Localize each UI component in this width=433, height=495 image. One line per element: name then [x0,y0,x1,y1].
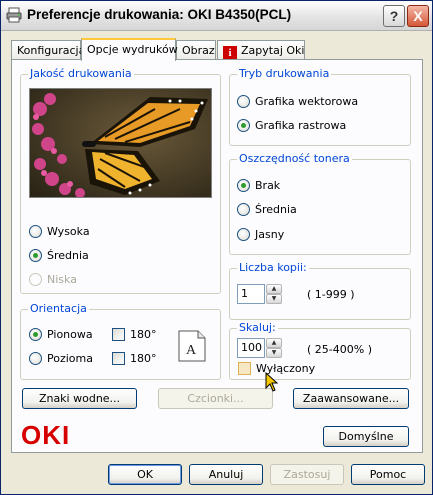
scale-spinner[interactable]: ▲ ▼ [266,338,282,358]
tab-label: Opcje wydruków [87,43,178,56]
quality-high-radio[interactable]: Wysoka [29,223,90,239]
window-title: Preferencje drukowania: OKI B4350(PCL) [27,7,292,22]
scale-range-label: ( 25-400% ) [307,343,372,356]
radio-indicator [29,224,42,238]
radio-label: Pozioma [47,351,93,365]
cancel-button[interactable]: Anuluj [189,464,263,485]
group-title: Skaluj: [237,321,278,334]
watermarks-button[interactable]: Znaki wodne... [22,388,137,409]
toner-medium-radio[interactable]: Średnia [237,201,297,217]
tab-image[interactable]: Obraz [176,40,216,60]
spin-up-icon[interactable]: ▲ [266,338,282,348]
radio-label: Niska [47,272,77,286]
fonts-button: Czcionki... [158,388,273,409]
portrait-page-icon: A [178,330,206,362]
radio-indicator [237,227,250,241]
quality-medium-radio[interactable]: Średnia [29,247,89,263]
tab-label: Konfiguracja [17,44,86,57]
radio-label: Grafika wektorowa [255,94,359,108]
butterfly-preview-image [29,88,212,198]
rotate-180-landscape-checkbox[interactable]: 180° [112,350,157,366]
tab-ask-oki[interactable]: i Zapytaj Oki [217,40,305,60]
radio-indicator [237,202,250,216]
group-title: Orientacja [28,302,89,315]
checkbox-label: 180° [130,351,157,365]
raster-graphics-radio[interactable]: Grafika rastrowa [237,117,346,133]
checkbox-indicator [112,351,125,365]
quality-low-radio: Niska [29,271,77,287]
radio-indicator [29,327,42,341]
spin-up-icon[interactable]: ▲ [266,284,282,294]
toner-light-radio[interactable]: Jasny [237,226,284,242]
help-title-button[interactable]: ? [383,5,405,27]
spin-down-icon[interactable]: ▼ [266,348,282,358]
group-title: Oszczędność tonera [237,152,352,165]
radio-label: Średnia [47,248,89,262]
ok-button[interactable]: OK [108,464,182,485]
radio-indicator [237,118,250,132]
scale-input[interactable]: 100 [237,338,265,358]
printer-icon [6,7,22,23]
radio-label: Brak [255,178,281,192]
vector-graphics-radio[interactable]: Grafika wektorowa [237,93,358,109]
radio-indicator [237,94,250,108]
group-title: Tryb drukowania [237,67,332,80]
radio-label: Pionowa [47,327,93,341]
help-button[interactable]: Pomoc [351,464,425,485]
radio-label: Jasny [255,227,285,241]
advanced-button[interactable]: Zaawansowane... [293,388,409,409]
tab-label: Zapytaj Oki [241,44,305,57]
help-cursor-icon [265,372,279,392]
tab-label: Obraz [182,44,215,57]
radio-indicator [29,351,42,365]
group-title: Liczba kopii: [237,261,309,274]
print-preferences-dialog: Preferencje drukowania: OKI B4350(PCL) ?… [0,0,433,495]
tab-configuration[interactable]: Konfiguracja [11,40,85,60]
radio-label: Średnia [255,202,297,216]
orientation-landscape-radio[interactable]: Pozioma [29,350,93,366]
radio-label: Grafika rastrowa [255,118,347,132]
apply-button: Zastosuj [270,464,344,485]
copies-spinner[interactable]: ▲ ▼ [266,284,282,304]
title-bar[interactable]: Preferencje drukowania: OKI B4350(PCL) ?… [1,1,432,31]
print-mode-group: Tryb drukowania [229,67,411,146]
rotate-180-portrait-checkbox[interactable]: 180° [112,326,157,342]
radio-indicator [29,272,42,286]
toner-none-radio[interactable]: Brak [237,177,280,193]
spin-down-icon[interactable]: ▼ [266,294,282,304]
oki-logo: OKI [21,420,71,450]
checkbox-indicator [238,361,251,375]
close-button[interactable]: X [407,5,429,27]
copies-input[interactable]: 1 [237,284,265,304]
copies-range-label: ( 1-999 ) [307,288,355,301]
radio-label: Wysoka [47,224,90,238]
info-icon: i [223,46,237,60]
checkbox-label: 180° [130,327,157,341]
orientation-portrait-radio[interactable]: Pionowa [29,326,93,342]
radio-indicator [237,178,250,192]
tab-print-options[interactable]: Opcje wydruków [81,38,178,61]
group-title: Jakość drukowania [28,67,134,80]
radio-indicator [29,248,42,262]
svg-text:A: A [186,343,197,358]
checkbox-indicator [112,327,125,341]
defaults-button[interactable]: Domyślne [323,426,409,447]
